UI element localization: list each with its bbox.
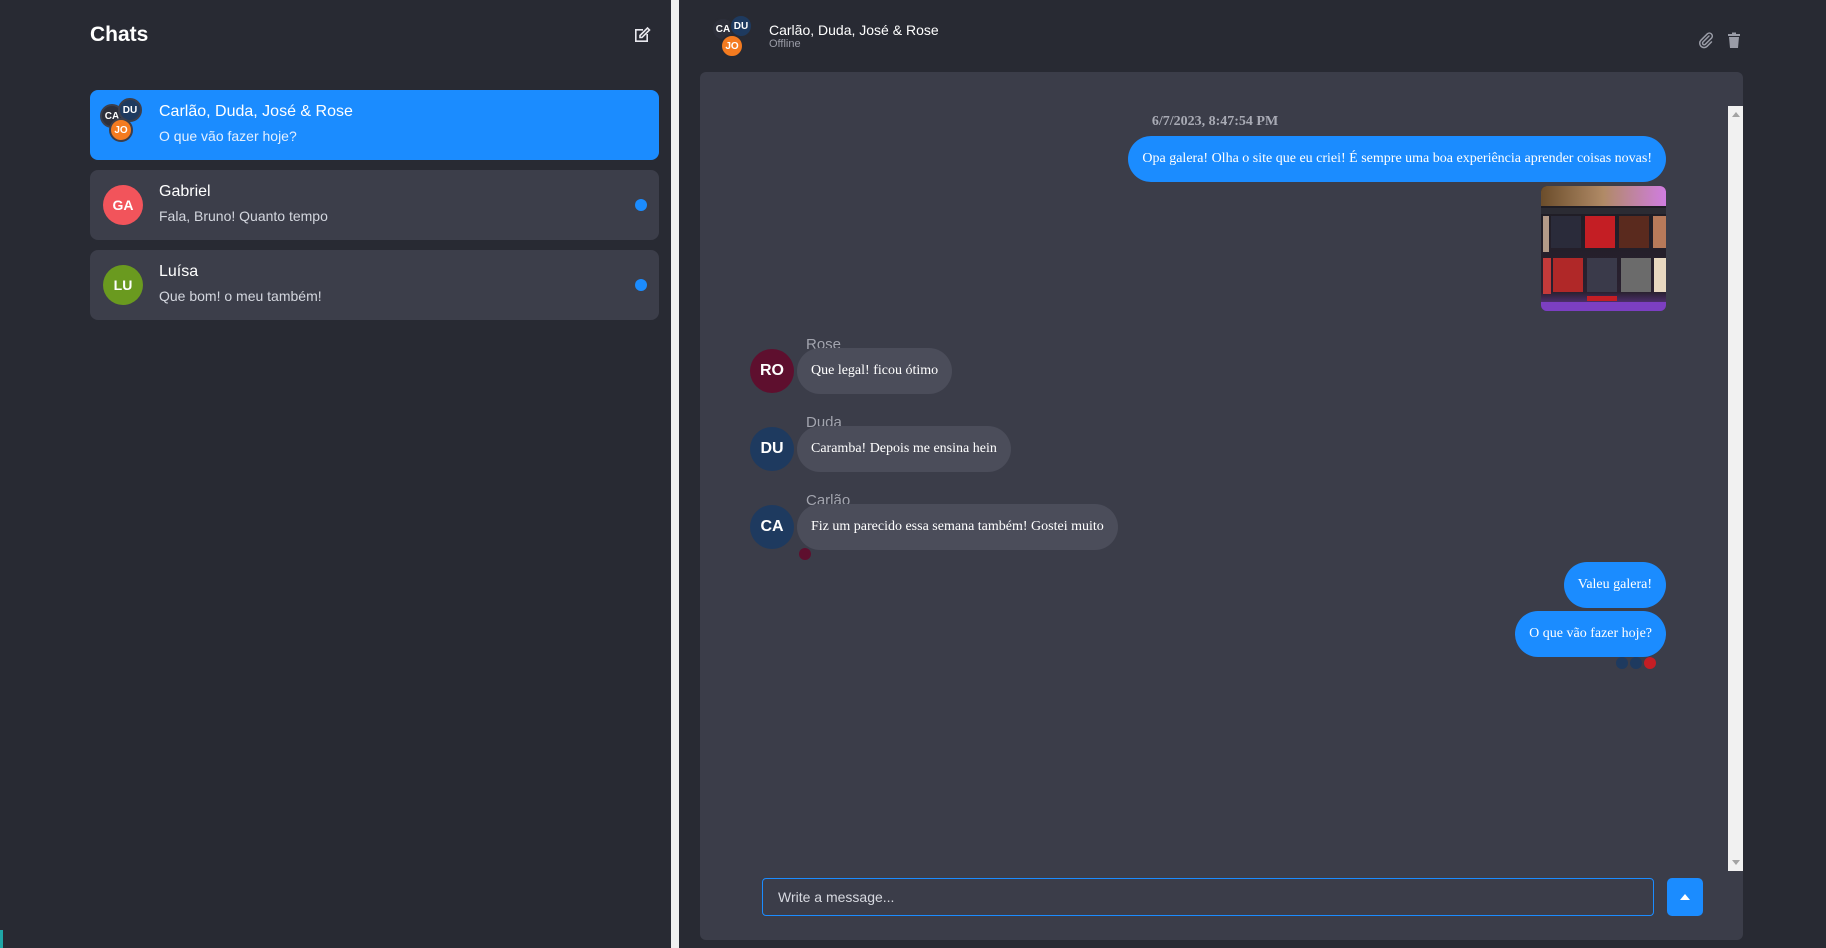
chat-list: CA DU JO Carlão, Duda, José & Rose O que…	[90, 90, 659, 330]
chat-item-group[interactable]: CA DU JO Carlão, Duda, José & Rose O que…	[90, 90, 659, 160]
group-avatars: CA DU JO	[711, 14, 761, 60]
chat-last-message: Que bom! o meu também!	[159, 288, 322, 304]
conversation-pane: CA DU JO Carlão, Duda, José & Rose Offli…	[687, 0, 1826, 948]
chat-sidebar: Chats CA DU JO Carlão, Duda, José & Rose…	[0, 0, 671, 948]
message-bubble-outgoing: O que vão fazer hoje?	[1515, 611, 1666, 657]
avatar: JO	[720, 34, 744, 58]
conversation-title: Carlão, Duda, José & Rose	[769, 22, 939, 38]
avatar: RO	[750, 349, 794, 393]
avatar: CA	[750, 505, 794, 549]
chat-item-gabriel[interactable]: GA Gabriel Fala, Bruno! Quanto tempo	[90, 170, 659, 240]
conversation-status: Offline	[769, 38, 801, 50]
chat-name: Carlão, Duda, José & Rose	[159, 103, 353, 120]
chat-name: Luísa	[159, 263, 199, 280]
read-receipt-avatar	[1644, 657, 1656, 669]
message-bubble-outgoing: Opa galera! Olha o site que eu criei! É …	[1128, 136, 1666, 182]
pane-gutter	[679, 0, 687, 948]
message-list[interactable]: 6/7/2023, 8:47:54 PM Opa galera! Olha o …	[700, 106, 1730, 866]
chat-name: Gabriel	[159, 183, 211, 200]
trash-icon[interactable]	[1725, 31, 1743, 49]
message-bubble-incoming: Fiz um parecido essa semana também! Gost…	[797, 504, 1118, 550]
site-screenshot-thumbnail	[1541, 186, 1666, 311]
sidebar-title: Chats	[90, 23, 149, 46]
scroll-down-arrow-icon[interactable]	[1732, 860, 1740, 865]
message-bubble-incoming: Caramba! Depois me ensina hein	[797, 426, 1011, 472]
read-receipt-avatar	[1630, 657, 1642, 669]
chat-item-luisa[interactable]: LU Luísa Que bom! o meu também!	[90, 250, 659, 320]
avatar: LU	[103, 265, 143, 305]
messages-panel: 6/7/2023, 8:47:54 PM Opa galera! Olha o …	[700, 72, 1743, 940]
avatar: GA	[103, 185, 143, 225]
paperclip-icon[interactable]	[1697, 31, 1715, 49]
read-receipt-avatar	[1616, 657, 1628, 669]
message-bubble-outgoing: Valeu galera!	[1563, 562, 1666, 608]
message-scrollbar[interactable]	[1728, 106, 1743, 871]
message-input[interactable]	[762, 878, 1654, 916]
avatar: DU	[750, 427, 794, 471]
message-date: 6/7/2023, 8:47:54 PM	[1151, 114, 1279, 129]
message-bubble-incoming: Que legal! ficou ótimo	[797, 348, 953, 394]
pane-divider[interactable]	[671, 0, 679, 948]
window-corner-mark	[0, 930, 3, 948]
unread-dot	[635, 199, 647, 211]
scroll-up-arrow-icon[interactable]	[1732, 112, 1740, 117]
conversation-header: CA DU JO Carlão, Duda, José & Rose Offli…	[687, 0, 1747, 70]
compose-icon[interactable]	[632, 25, 652, 45]
read-receipt-avatar	[799, 548, 811, 560]
send-button[interactable]	[1667, 878, 1703, 916]
unread-dot	[635, 279, 647, 291]
chat-last-message: O que vão fazer hoje?	[159, 128, 297, 144]
chat-last-message: Fala, Bruno! Quanto tempo	[159, 208, 328, 224]
shared-image[interactable]	[1541, 186, 1666, 311]
send-arrow-icon	[1680, 894, 1690, 900]
avatar: JO	[109, 118, 133, 142]
